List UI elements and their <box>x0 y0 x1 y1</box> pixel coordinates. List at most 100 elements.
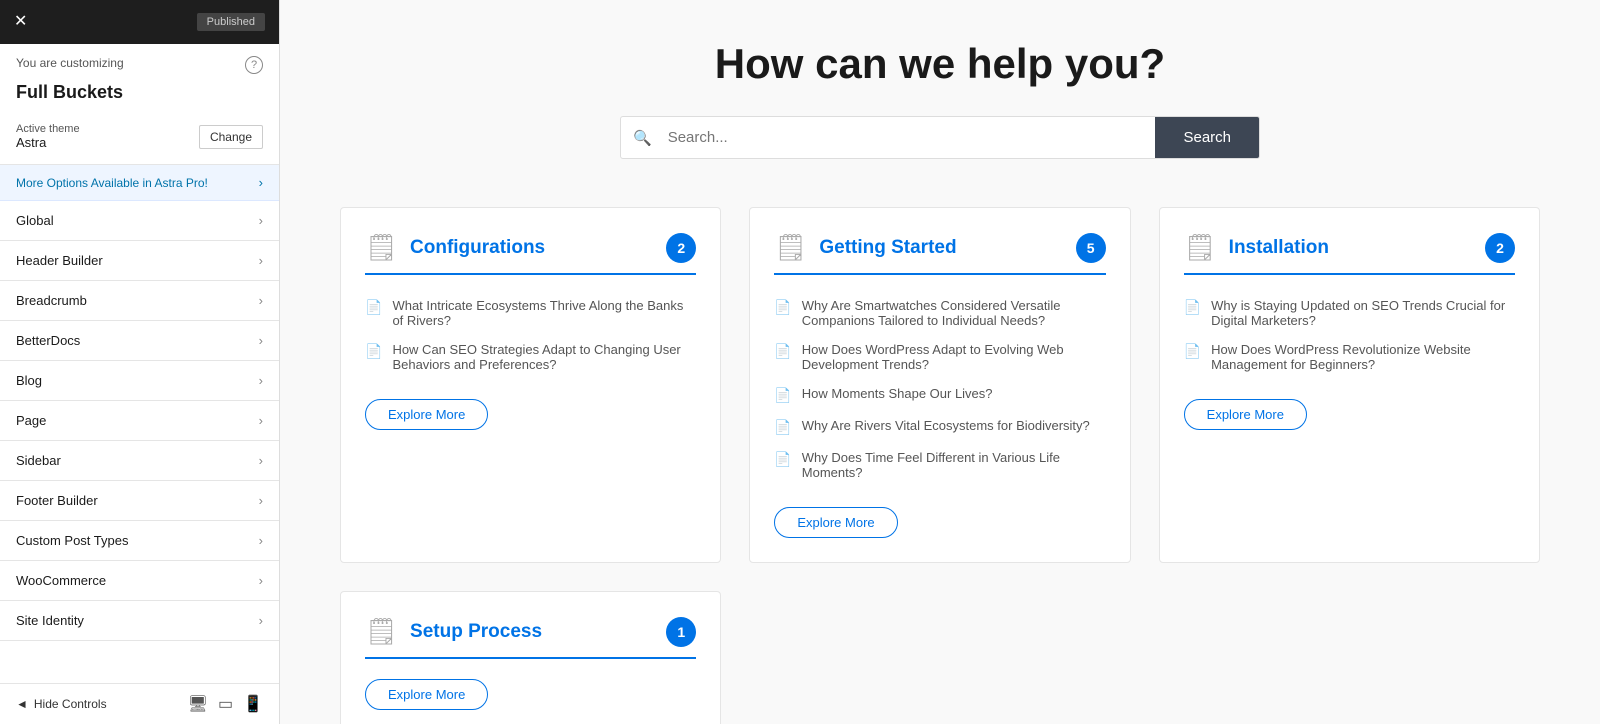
category-count: 1 <box>666 617 696 647</box>
category-count: 5 <box>1076 233 1106 263</box>
customizing-info: You are customizing ? <box>0 44 279 80</box>
doc-icon: 📄 <box>1184 299 1201 316</box>
mobile-icon[interactable]: 📱 <box>243 694 263 714</box>
list-item[interactable]: 📄 Why Are Rivers Vital Ecosystems for Bi… <box>774 411 1105 443</box>
category-title[interactable]: Setup Process <box>410 621 542 643</box>
tablet-icon[interactable]: ▭ <box>218 694 233 714</box>
hide-controls-label: Hide Controls <box>34 697 107 711</box>
sidebar-item-page[interactable]: Page› <box>0 401 279 441</box>
list-item[interactable]: 📄 Why Are Smartwatches Considered Versat… <box>774 291 1105 335</box>
search-bar: 🔍 Search <box>340 116 1540 159</box>
doc-icon: 📄 <box>774 387 791 404</box>
category-title[interactable]: Installation <box>1229 237 1329 259</box>
sidebar-item-label: Blog <box>16 373 42 388</box>
sidebar-item-betterdocs[interactable]: BetterDocs› <box>0 321 279 361</box>
sidebar-item-breadcrumb[interactable]: Breadcrumb› <box>0 281 279 321</box>
category-header-left: 🗒 Setup Process <box>365 616 542 647</box>
link-text: What Intricate Ecosystems Thrive Along t… <box>392 298 696 328</box>
categories-grid: 🗒 Configurations 2 📄 What Intricate Ecos… <box>340 207 1540 724</box>
category-card-getting-started: 🗒 Getting Started 5 📄 Why Are Smartwatch… <box>749 207 1130 563</box>
sidebar-item-global[interactable]: Global › <box>0 201 279 241</box>
hide-controls-button[interactable]: ◄ Hide Controls <box>16 697 107 711</box>
sidebar-item-label: Header Builder <box>16 253 103 268</box>
category-links: 📄 Why Are Smartwatches Considered Versat… <box>774 291 1105 487</box>
explore-more-button[interactable]: Explore More <box>1184 399 1307 430</box>
category-divider <box>1184 273 1515 275</box>
link-text: Why Does Time Feel Different in Various … <box>802 450 1106 480</box>
device-icons: 🖥 ▭ 📱 <box>188 694 263 714</box>
help-icon[interactable]: ? <box>245 56 263 74</box>
search-icon: 🔍 <box>621 129 664 147</box>
sidebar-footer: ◄ Hide Controls 🖥 ▭ 📱 <box>0 683 279 724</box>
sidebar-item-footer-builder[interactable]: Footer Builder › <box>0 481 279 521</box>
list-item[interactable]: 📄 How Moments Shape Our Lives? <box>774 379 1105 411</box>
desktop-icon[interactable]: 🖥 <box>188 694 208 714</box>
category-divider <box>365 657 696 659</box>
sidebar-item-header-builder[interactable]: Header Builder› <box>0 241 279 281</box>
category-header-left: 🗒 Installation <box>1184 232 1329 263</box>
sidebar-item-site-identity[interactable]: Site Identity› <box>0 601 279 641</box>
explore-more-button[interactable]: Explore More <box>365 679 488 710</box>
search-button[interactable]: Search <box>1155 117 1259 158</box>
sidebar-item-woocommerce[interactable]: WooCommerce› <box>0 561 279 601</box>
active-theme-label: Active theme <box>16 123 80 135</box>
sidebar-item-sidebar[interactable]: Sidebar› <box>0 441 279 481</box>
explore-more-button[interactable]: Explore More <box>365 399 488 430</box>
category-header: 🗒 Getting Started 5 <box>774 232 1105 263</box>
customizing-label: You are customizing <box>16 56 124 70</box>
list-item[interactable]: 📄 What Intricate Ecosystems Thrive Along… <box>365 291 696 335</box>
sidebar-header: ✕ Published <box>0 0 279 44</box>
category-card-configurations: 🗒 Configurations 2 📄 What Intricate Ecos… <box>340 207 721 563</box>
category-icon: 🗒 <box>774 232 807 263</box>
sidebar-item-label: Global <box>16 213 54 228</box>
chevron-icon: › <box>259 573 263 588</box>
sidebar-item-label: Custom Post Types <box>16 533 128 548</box>
chevron-icon: › <box>259 373 263 388</box>
sidebar-item-label: Page <box>16 413 46 428</box>
category-title[interactable]: Configurations <box>410 237 545 259</box>
list-item[interactable]: 📄 Why Does Time Feel Different in Variou… <box>774 443 1105 487</box>
sidebar-item-blog[interactable]: Blog › <box>0 361 279 401</box>
change-theme-button[interactable]: Change <box>199 125 263 149</box>
list-item[interactable]: 📄 How Does WordPress Revolutionize Websi… <box>1184 335 1515 379</box>
chevron-icon: › <box>259 333 263 348</box>
chevron-icon: › <box>259 533 263 548</box>
chevron-icon: › <box>259 493 263 508</box>
category-card-setup-process: 🗒 Setup Process 1 Explore More <box>340 591 721 724</box>
list-item[interactable]: 📄 How Does WordPress Adapt to Evolving W… <box>774 335 1105 379</box>
chevron-icon: › <box>259 453 263 468</box>
doc-icon: 📄 <box>774 419 791 436</box>
doc-icon: 📄 <box>1184 343 1201 360</box>
close-button[interactable]: ✕ <box>14 14 27 30</box>
doc-icon: 📄 <box>774 451 791 468</box>
category-links: 📄 What Intricate Ecosystems Thrive Along… <box>365 291 696 379</box>
category-links: 📄 Why is Staying Updated on SEO Trends C… <box>1184 291 1515 379</box>
main-content: How can we help you? 🔍 Search 🗒 Configur… <box>280 0 1600 724</box>
link-text: Why Are Rivers Vital Ecosystems for Biod… <box>802 418 1090 433</box>
chevron-icon: › <box>259 293 263 308</box>
hero-title: How can we help you? <box>340 40 1540 88</box>
category-divider <box>774 273 1105 275</box>
category-title[interactable]: Getting Started <box>819 237 956 259</box>
sidebar-item-label: Footer Builder <box>16 493 98 508</box>
category-header-left: 🗒 Getting Started <box>774 232 956 263</box>
link-text: How Does WordPress Revolutionize Website… <box>1211 342 1515 372</box>
list-item[interactable]: 📄 Why is Staying Updated on SEO Trends C… <box>1184 291 1515 335</box>
category-icon: 🗒 <box>1184 232 1217 263</box>
site-name: Full Buckets <box>0 80 279 115</box>
category-card-installation: 🗒 Installation 2 📄 Why is Staying Update… <box>1159 207 1540 563</box>
sidebar-item-custom-post-types[interactable]: Custom Post Types › <box>0 521 279 561</box>
category-header: 🗒 Configurations 2 <box>365 232 696 263</box>
promo-banner[interactable]: More Options Available in Astra Pro! › <box>0 165 279 201</box>
search-input[interactable] <box>664 118 1156 157</box>
link-text: How Does WordPress Adapt to Evolving Web… <box>802 342 1106 372</box>
chevron-icon: › <box>259 213 263 228</box>
link-text: How Can SEO Strategies Adapt to Changing… <box>392 342 696 372</box>
arrow-left-icon: ◄ <box>16 697 28 711</box>
link-text: Why Are Smartwatches Considered Versatil… <box>802 298 1106 328</box>
explore-more-button[interactable]: Explore More <box>774 507 897 538</box>
category-header: 🗒 Installation 2 <box>1184 232 1515 263</box>
list-item[interactable]: 📄 How Can SEO Strategies Adapt to Changi… <box>365 335 696 379</box>
search-bar-inner: 🔍 Search <box>620 116 1260 159</box>
category-divider <box>365 273 696 275</box>
